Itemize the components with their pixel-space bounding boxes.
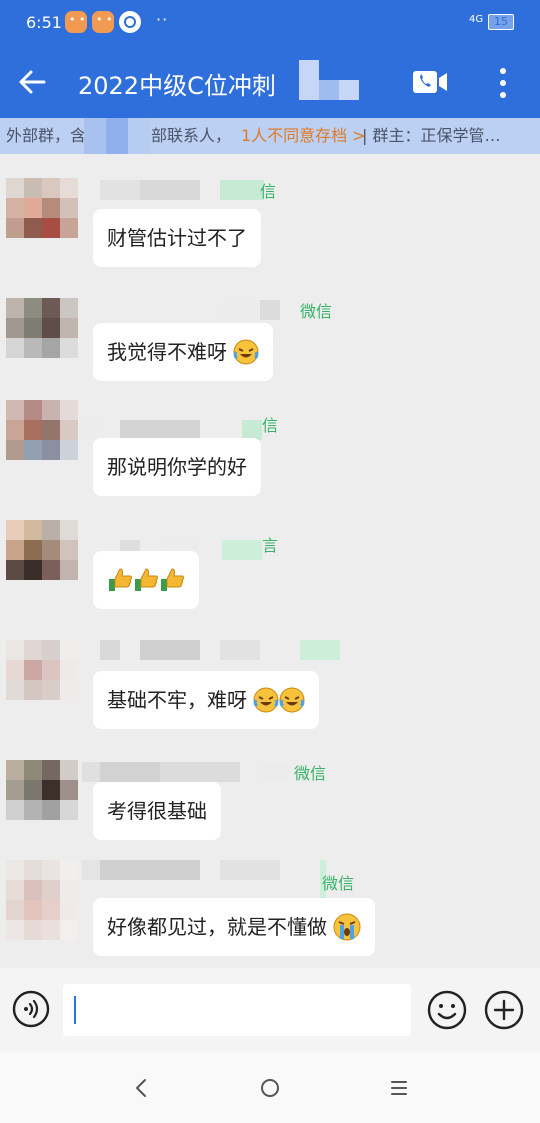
group-owner: | 群主：正保学管…	[362, 126, 501, 145]
avatar[interactable]	[6, 178, 80, 238]
message-text: 考得很基础	[107, 799, 207, 823]
wechat-tag: 言	[262, 536, 279, 555]
message-text: 我觉得不难呀	[107, 340, 227, 364]
status-time: 6:51	[26, 13, 62, 32]
voice-input-icon[interactable]	[12, 990, 50, 1028]
thumbs-up-emoji-icon	[109, 567, 132, 591]
sender-name: 微信	[100, 300, 340, 321]
wechat-tag: 信	[262, 416, 279, 435]
video-call-icon[interactable]	[412, 70, 448, 94]
chat-title: 2022中级C位冲刺	[78, 72, 276, 100]
laughing-crying-emoji-icon	[253, 687, 279, 712]
avatar[interactable]	[6, 400, 80, 460]
wechat-tag: 信	[260, 182, 277, 201]
nav-back-icon[interactable]	[130, 1076, 152, 1100]
crying-emoji-icon	[333, 913, 361, 940]
wechat-tag: 微信	[300, 302, 333, 321]
avatar[interactable]	[6, 298, 80, 358]
status-bar: 6:51 ·· 4G 15	[0, 0, 540, 46]
notification-app-icon	[65, 11, 87, 33]
avatar[interactable]	[6, 860, 80, 940]
avatar[interactable]	[6, 640, 80, 700]
message-text: 好像都见过，就是不懂做	[107, 915, 327, 939]
message-input[interactable]	[63, 984, 411, 1036]
signal-icon: 4G	[469, 14, 484, 25]
nav-home-icon[interactable]	[259, 1077, 281, 1099]
message-bubble[interactable]: 那说明你学的好	[93, 438, 261, 496]
message-input-bar	[0, 968, 540, 1052]
thumbs-up-emoji-icon	[135, 567, 158, 591]
wechat-tag: 微信	[294, 764, 327, 783]
message-text: 财管估计过不了	[107, 226, 247, 250]
emoji-picker-icon[interactable]	[427, 990, 467, 1030]
sender-name: 信	[100, 180, 280, 201]
message-text: 基础不牢，难呀	[107, 688, 247, 712]
nav-menu-icon[interactable]	[390, 1079, 408, 1097]
thumbs-up-emoji-icon	[161, 567, 184, 591]
system-navigation-bar	[0, 1052, 540, 1123]
avatar[interactable]	[6, 760, 80, 820]
notification-app-icon	[92, 11, 114, 33]
more-options-icon[interactable]	[494, 66, 512, 100]
battery-icon: 15	[488, 14, 514, 30]
notification-browser-icon	[119, 11, 141, 33]
message-bubble[interactable]	[93, 551, 199, 609]
laughing-crying-emoji-icon	[233, 339, 259, 364]
archive-objection-link[interactable]: 1人不同意存档 >	[241, 118, 366, 154]
redacted-title-suffix	[299, 60, 359, 100]
sender-name: 微信	[82, 860, 354, 900]
avatar[interactable]	[6, 520, 80, 580]
sender-name: 信	[82, 416, 282, 440]
message-text: 那说明你学的好	[107, 455, 247, 479]
sender-name: 微信	[82, 762, 332, 783]
back-arrow-icon[interactable]	[16, 66, 48, 98]
external-group-banner[interactable]: 外部群，含 部联系人， 1人不同意存档 > | 群主：正保学管…	[0, 118, 540, 154]
add-attachment-icon[interactable]	[484, 990, 524, 1030]
message-bubble[interactable]: 考得很基础	[93, 782, 221, 840]
message-bubble[interactable]: 财管估计过不了	[93, 209, 261, 267]
more-notifications-dots: ··	[156, 10, 169, 29]
sender-name	[100, 640, 360, 660]
message-bubble[interactable]: 我觉得不难呀	[93, 323, 274, 381]
text-cursor	[74, 996, 76, 1024]
banner-contacts: 部联系人，	[151, 126, 232, 145]
redacted-banner-text	[84, 118, 150, 154]
message-bubble[interactable]: 好像都见过，就是不懂做	[93, 898, 376, 956]
laughing-crying-emoji-icon	[279, 687, 305, 712]
message-bubble[interactable]: 基础不牢，难呀	[93, 671, 320, 729]
banner-group-type: 外部群，含	[6, 126, 87, 145]
app-bar: 2022中级C位冲刺	[0, 46, 540, 118]
wechat-tag: 微信	[322, 874, 355, 893]
